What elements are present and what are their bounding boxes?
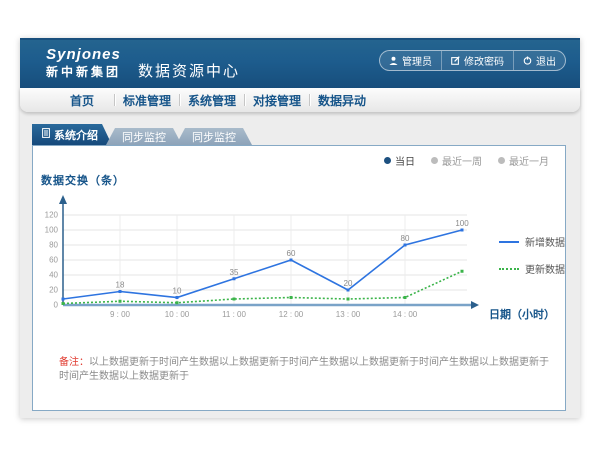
svg-text:35: 35 — [230, 268, 239, 277]
nav-item-data-change[interactable]: 数据异动 — [310, 92, 374, 109]
filter-label: 最近一月 — [509, 153, 549, 168]
nav-item-interface-mgmt[interactable]: 对接管理 — [245, 92, 309, 109]
svg-text:60: 60 — [49, 256, 58, 265]
svg-text:0: 0 — [54, 301, 59, 310]
app-header: Synjones 新中新集团 数据资源中心 管理员 修改密码 退出 — [20, 38, 580, 88]
document-icon — [42, 128, 50, 141]
svg-text:80: 80 — [401, 234, 410, 243]
power-icon — [523, 56, 532, 65]
range-filter-group: 当日 最近一周 最近一月 — [384, 153, 549, 168]
solid-line-swatch-icon — [499, 241, 519, 243]
svg-text:40: 40 — [49, 271, 58, 280]
user-icon — [389, 56, 398, 65]
svg-text:80: 80 — [49, 241, 58, 250]
footnote-label: 备注： — [59, 357, 89, 368]
svg-text:120: 120 — [45, 211, 59, 220]
chart-legend: 新增数据 更新数据 — [499, 234, 565, 288]
svg-text:12 : 00: 12 : 00 — [279, 310, 304, 319]
svg-text:20: 20 — [49, 286, 58, 295]
user-button[interactable]: 管理员 — [380, 51, 441, 70]
line-chart: 0 20 40 60 80 100 120 9 : 00 10 : 00 11 : 00 12 : … — [43, 190, 487, 322]
tab-system-intro[interactable]: 系统介绍 — [32, 124, 112, 145]
user-actions: 管理员 修改密码 退出 — [379, 50, 566, 71]
footnote: 备注：以上数据更新于时间产生数据以上数据更新于时间产生数据以上数据更新于时间产生… — [59, 356, 551, 384]
x-axis-title: 日期（小时） — [489, 306, 555, 322]
change-password-button[interactable]: 修改密码 — [441, 51, 513, 70]
nav-item-standard-mgmt[interactable]: 标准管理 — [115, 92, 179, 109]
svg-text:13 : 00: 13 : 00 — [336, 310, 361, 319]
legend-item-updated-data: 更新数据 — [499, 261, 565, 276]
svg-text:11 : 00: 11 : 00 — [222, 310, 246, 319]
logout-button[interactable]: 退出 — [513, 51, 565, 70]
logo: Synjones 新中新集团 — [46, 46, 121, 80]
edit-icon — [451, 56, 460, 65]
svg-text:20: 20 — [344, 279, 353, 288]
logo-company-name: 新中新集团 — [46, 65, 121, 80]
app-window: Synjones 新中新集团 数据资源中心 管理员 修改密码 退出 — [20, 38, 580, 418]
tab-sync-monitor-1[interactable]: 同步监控 — [106, 128, 182, 145]
y-axis-title: 数据交换（条） — [41, 172, 125, 188]
dotted-line-swatch-icon — [499, 268, 519, 270]
legend-label: 更新数据 — [525, 261, 565, 276]
filter-last-month[interactable]: 最近一月 — [498, 153, 549, 168]
filter-label: 当日 — [395, 153, 415, 168]
filter-label: 最近一周 — [442, 153, 482, 168]
footnote-text: 以上数据更新于时间产生数据以上数据更新于时间产生数据以上数据更新于时间产生数据以… — [59, 357, 549, 382]
tab-label: 系统介绍 — [54, 127, 98, 143]
radio-selected-icon — [384, 157, 391, 164]
svg-text:60: 60 — [287, 249, 296, 258]
tab-sync-monitor-2[interactable]: 同步监控 — [176, 128, 252, 145]
tab-bar: 系统介绍 同步监控 同步监控 — [32, 124, 252, 145]
change-password-label: 修改密码 — [464, 53, 504, 68]
svg-text:10 : 00: 10 : 00 — [165, 310, 190, 319]
legend-label: 新增数据 — [525, 234, 565, 249]
tab-label: 同步监控 — [192, 129, 236, 145]
nav-item-home[interactable]: 首页 — [50, 92, 114, 109]
page-title: 数据资源中心 — [138, 60, 240, 81]
main-nav: 首页 标准管理 系统管理 对接管理 数据异动 — [20, 88, 580, 112]
svg-text:9 : 00: 9 : 00 — [110, 310, 131, 319]
svg-text:10: 10 — [173, 287, 182, 296]
radio-unselected-icon — [498, 157, 505, 164]
svg-text:100: 100 — [455, 219, 469, 228]
tab-label: 同步监控 — [122, 129, 166, 145]
nav-item-system-mgmt[interactable]: 系统管理 — [180, 92, 244, 109]
logo-wordmark: Synjones — [46, 46, 121, 65]
svg-text:18: 18 — [116, 281, 125, 290]
logout-label: 退出 — [536, 53, 556, 68]
radio-unselected-icon — [431, 157, 438, 164]
filter-last-week[interactable]: 最近一周 — [431, 153, 482, 168]
svg-text:14 : 00: 14 : 00 — [393, 310, 418, 319]
user-button-label: 管理员 — [402, 53, 432, 68]
legend-item-new-data: 新增数据 — [499, 234, 565, 249]
content-panel: 当日 最近一周 最近一月 数据交换（条） 0 20 40 60 80 100 120 9 : … — [32, 145, 566, 411]
filter-today[interactable]: 当日 — [384, 153, 415, 168]
svg-text:100: 100 — [45, 226, 59, 235]
